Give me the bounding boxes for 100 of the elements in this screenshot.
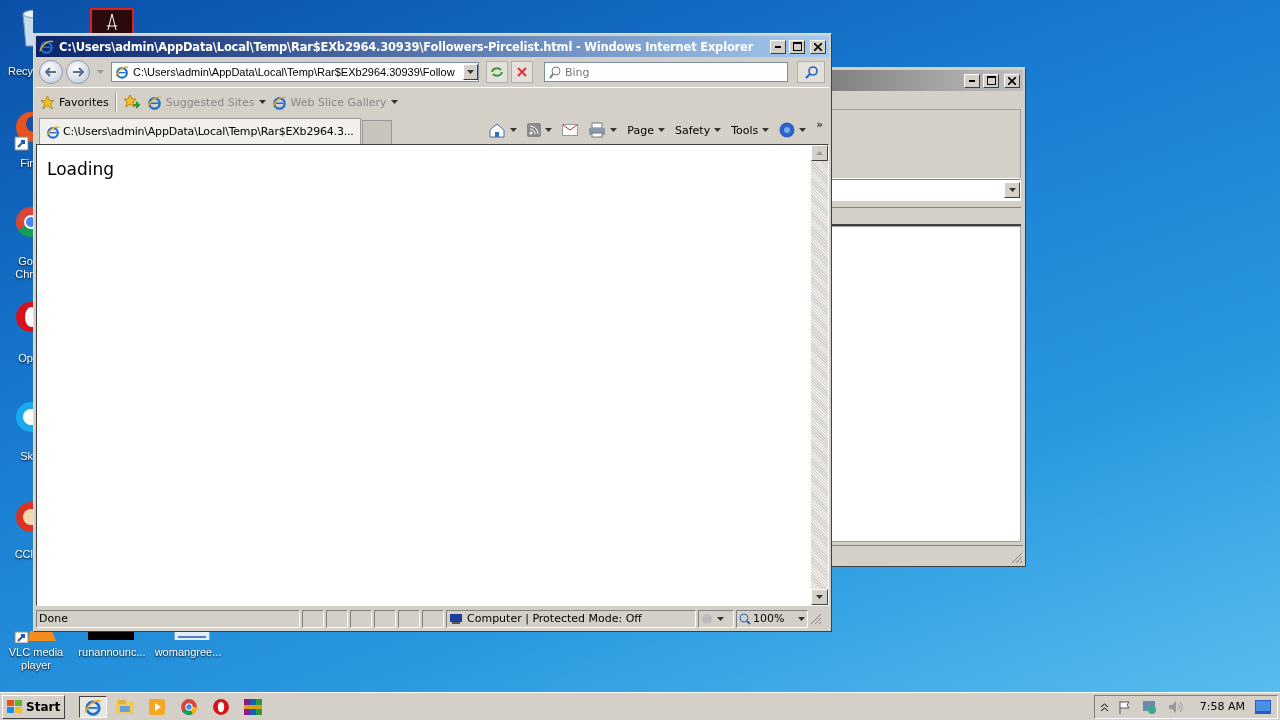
help-button[interactable] <box>779 122 807 138</box>
browser-icon <box>46 124 60 139</box>
caret-icon <box>545 128 553 132</box>
forward-arrow-icon <box>72 67 84 77</box>
icon-label: Op <box>18 352 33 365</box>
security-button[interactable] <box>698 609 734 628</box>
maximize-button[interactable] <box>789 39 805 54</box>
home-button[interactable] <box>488 122 518 138</box>
close-icon <box>814 42 822 51</box>
close-button[interactable] <box>810 39 826 54</box>
caret-icon <box>657 128 665 132</box>
search-button[interactable] <box>797 61 825 83</box>
caret-icon <box>510 128 518 132</box>
zoom-button[interactable]: 100% <box>736 609 808 628</box>
minimize-icon <box>969 79 975 82</box>
menu-button[interactable]: Tools <box>731 123 770 137</box>
status-pane <box>350 609 372 628</box>
caret-icon <box>798 616 805 621</box>
refresh-icon <box>490 66 504 78</box>
flag-icon[interactable] <box>1117 699 1132 714</box>
feed-icon <box>527 123 542 137</box>
address-field[interactable]: C:\Users\admin\AppData\Local\Temp\Rar$EXb2964.30939\Follow <box>111 62 479 82</box>
printer-icon <box>588 122 607 138</box>
status-pane <box>398 609 420 628</box>
taskbar-button[interactable] <box>79 695 108 718</box>
window-title: C:\Users\admin\AppData\Local\Temp\Rar$EXb2964.30939\Followers-Pircelist.html - Windows Internet Explorer <box>59 39 755 54</box>
favorites-button[interactable]: Favorites <box>40 94 109 110</box>
back-arrow-icon <box>45 67 57 77</box>
help-icon <box>779 122 796 138</box>
icon-label: CCl <box>14 548 33 561</box>
caret-icon <box>816 595 823 599</box>
menu-button[interactable]: Safety <box>674 123 722 137</box>
icon-label: runannounc... <box>77 646 147 659</box>
windows-logo-icon <box>7 699 23 714</box>
status-pane <box>374 609 396 628</box>
caret-icon <box>799 128 807 132</box>
search-icon <box>549 66 561 79</box>
icon-label: Recy <box>7 65 33 78</box>
caret-icon <box>714 128 722 132</box>
caret-icon <box>1008 188 1016 192</box>
maximize-icon <box>792 42 802 51</box>
icon-label: Go Chr <box>15 255 33 281</box>
icon-label: Sk <box>20 450 33 463</box>
refresh-button[interactable] <box>486 61 508 83</box>
caret-icon <box>467 70 474 74</box>
back-button[interactable] <box>39 60 63 84</box>
minimize-icon <box>775 45 781 48</box>
caret-icon <box>762 128 770 132</box>
resize-grip-icon[interactable] <box>810 612 822 625</box>
folder-icon <box>116 698 135 715</box>
start-button[interactable]: Start <box>2 694 66 719</box>
close-button[interactable] <box>1004 73 1020 88</box>
scrollbar[interactable] <box>811 145 828 605</box>
maximize-button[interactable] <box>983 73 999 88</box>
stop-button[interactable] <box>511 61 533 83</box>
zone-status: Computer | Protected Mode: Off <box>467 612 642 625</box>
maximize-icon <box>986 76 996 85</box>
browser-icon <box>180 697 199 716</box>
dropdown-field[interactable] <box>832 179 1021 201</box>
icon-label: Fir <box>20 157 33 170</box>
clock[interactable]: 7:58 AM <box>1199 700 1245 713</box>
browser-icon <box>115 65 129 79</box>
home-icon <box>488 122 507 138</box>
show-desktop-icon[interactable] <box>1255 699 1271 714</box>
browser-icon <box>271 94 287 110</box>
close-icon <box>517 67 527 77</box>
mail-icon <box>562 124 579 136</box>
search-field[interactable]: Bing <box>544 62 788 82</box>
icon-label: womangree... <box>153 646 223 659</box>
browser-tab[interactable]: C:\Users\admin\AppData\Local\Temp\Rar$EXb2964.3... <box>39 118 361 144</box>
page-text: Loading <box>47 159 115 179</box>
close-icon <box>1008 76 1016 85</box>
status-pane <box>326 609 348 628</box>
star-icon <box>40 94 55 110</box>
mail-button[interactable] <box>562 124 579 136</box>
minimize-button[interactable] <box>964 73 980 88</box>
media-player-icon <box>148 697 167 716</box>
overflow-button[interactable]: » <box>816 118 823 131</box>
browser-icon <box>84 697 103 716</box>
search-icon <box>804 65 818 79</box>
minimize-button[interactable] <box>770 39 786 54</box>
caret-icon <box>390 100 398 104</box>
status-pane <box>422 609 444 628</box>
caret-icon <box>258 100 266 104</box>
up-arrow-icon <box>816 151 823 155</box>
icon-label: VLC media player <box>7 646 65 672</box>
status-text: Done <box>39 612 68 625</box>
chevron-up-icon[interactable] <box>1100 702 1108 711</box>
browser-icon <box>212 697 231 716</box>
status-pane <box>302 609 324 628</box>
traffic-cone-icon[interactable] <box>14 631 58 643</box>
forward-button[interactable] <box>66 60 90 84</box>
caret-icon <box>717 616 724 621</box>
resize-grip-icon[interactable] <box>1011 552 1023 564</box>
browser-icon <box>146 94 162 110</box>
menu-button[interactable]: Page <box>627 123 665 137</box>
feeds-button[interactable] <box>527 123 553 137</box>
print-button[interactable] <box>588 122 618 138</box>
document-icon[interactable] <box>90 8 134 33</box>
archive-icon <box>243 697 264 716</box>
